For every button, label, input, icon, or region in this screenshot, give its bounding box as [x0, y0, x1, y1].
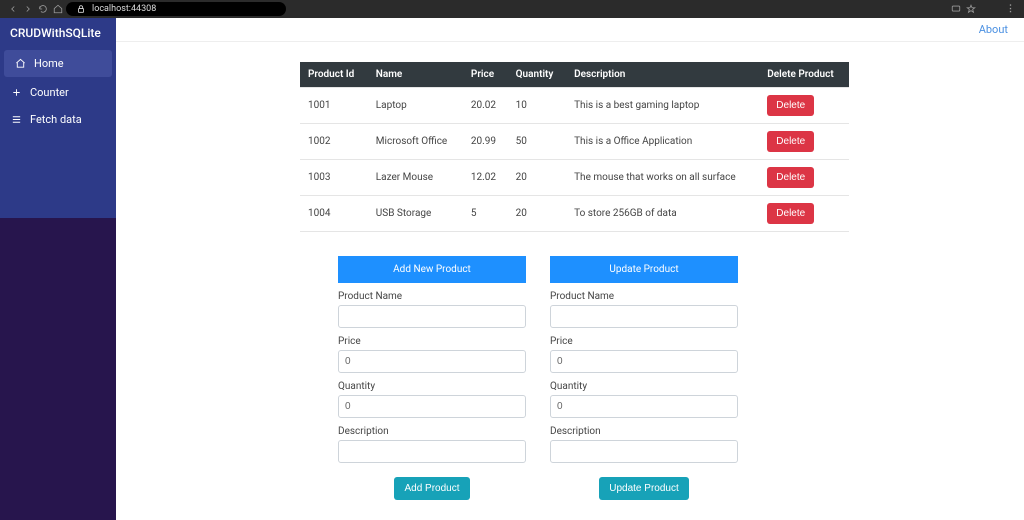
menu-button[interactable]: ⋮: [1004, 2, 1018, 16]
cell-price: 12.02: [463, 160, 508, 196]
add-price-label: Price: [338, 336, 526, 347]
add-product-card: Add New Product Product Name Price Quant…: [338, 256, 526, 500]
home-button-browser[interactable]: [51, 2, 65, 16]
browser-chrome: localhost:44308 ⋮: [0, 0, 1024, 18]
cell-price: 5: [463, 196, 508, 232]
sidebar-item-home[interactable]: Home: [4, 50, 112, 77]
add-name-label: Product Name: [338, 291, 526, 302]
table-row: 1002Microsoft Office20.9950This is a Off…: [300, 124, 849, 160]
update-price-label: Price: [550, 336, 738, 347]
update-qty-input[interactable]: [550, 395, 738, 418]
update-name-label: Product Name: [550, 291, 738, 302]
cell-name: USB Storage: [368, 196, 463, 232]
add-desc-input[interactable]: [338, 440, 526, 463]
col-header: Delete Product: [759, 62, 849, 88]
cell-id: 1004: [300, 196, 368, 232]
cell-qty: 20: [508, 160, 566, 196]
add-desc-label: Description: [338, 426, 526, 437]
cell-qty: 50: [508, 124, 566, 160]
star-icon[interactable]: [964, 2, 978, 16]
add-qty-label: Quantity: [338, 381, 526, 392]
add-price-input[interactable]: [338, 350, 526, 373]
cell-name: Laptop: [368, 88, 463, 124]
lock-icon: [76, 4, 86, 14]
cell-name: Microsoft Office: [368, 124, 463, 160]
forward-button[interactable]: [21, 2, 35, 16]
update-price-input[interactable]: [550, 350, 738, 373]
products-table: Product IdNamePriceQuantityDescriptionDe…: [300, 62, 849, 232]
delete-button[interactable]: Delete: [767, 203, 814, 224]
add-product-button[interactable]: Add Product: [394, 477, 469, 500]
url-text: localhost:44308: [92, 4, 156, 14]
cell-desc: To store 256GB of data: [566, 196, 759, 232]
col-header: Name: [368, 62, 463, 88]
col-header: Quantity: [508, 62, 566, 88]
add-name-input[interactable]: [338, 305, 526, 328]
delete-button[interactable]: Delete: [767, 167, 814, 188]
table-row: 1003Lazer Mouse12.0220The mouse that wor…: [300, 160, 849, 196]
update-qty-label: Quantity: [550, 381, 738, 392]
add-card-header: Add New Product: [338, 256, 526, 283]
sidebar-item-label: Counter: [30, 86, 69, 99]
sidebar-item-label: Fetch data: [30, 113, 82, 126]
brand-title: CRUDWithSQLite: [0, 18, 116, 48]
sidebar-item-label: Home: [34, 57, 64, 70]
delete-button[interactable]: Delete: [767, 95, 814, 116]
list-icon: [10, 114, 22, 126]
table-row: 1001Laptop20.0210This is a best gaming l…: [300, 88, 849, 124]
update-name-input[interactable]: [550, 305, 738, 328]
table-row: 1004USB Storage520To store 256GB of data…: [300, 196, 849, 232]
cell-qty: 10: [508, 88, 566, 124]
update-desc-input[interactable]: [550, 440, 738, 463]
cell-id: 1003: [300, 160, 368, 196]
sidebar-item-counter[interactable]: Counter: [0, 79, 116, 106]
cast-icon[interactable]: [949, 2, 963, 16]
cell-desc: The mouse that works on all surface: [566, 160, 759, 196]
home-icon: [14, 58, 26, 70]
update-desc-label: Description: [550, 426, 738, 437]
cell-id: 1002: [300, 124, 368, 160]
update-card-header: Update Product: [550, 256, 738, 283]
extensions: [979, 4, 1003, 14]
plus-icon: [10, 87, 22, 99]
cell-price: 20.99: [463, 124, 508, 160]
add-qty-input[interactable]: [338, 395, 526, 418]
address-bar[interactable]: localhost:44308: [66, 2, 286, 16]
sidebar-item-fetch-data[interactable]: Fetch data: [0, 106, 116, 133]
cell-qty: 20: [508, 196, 566, 232]
update-product-button[interactable]: Update Product: [599, 477, 689, 500]
col-header: Price: [463, 62, 508, 88]
update-product-card: Update Product Product Name Price Quanti…: [550, 256, 738, 500]
col-header: Description: [566, 62, 759, 88]
cell-name: Lazer Mouse: [368, 160, 463, 196]
about-link[interactable]: About: [979, 23, 1008, 36]
cell-desc: This is a best gaming laptop: [566, 88, 759, 124]
col-header: Product Id: [300, 62, 368, 88]
delete-button[interactable]: Delete: [767, 131, 814, 152]
reload-button[interactable]: [36, 2, 50, 16]
topbar: About: [116, 18, 1024, 42]
cell-price: 20.02: [463, 88, 508, 124]
cell-id: 1001: [300, 88, 368, 124]
cell-desc: This is a Office Application: [566, 124, 759, 160]
sidebar: CRUDWithSQLite Home Counter Fetch data: [0, 18, 116, 520]
back-button[interactable]: [6, 2, 20, 16]
main-panel: About Product IdNamePriceQuantityDescrip…: [116, 18, 1024, 520]
